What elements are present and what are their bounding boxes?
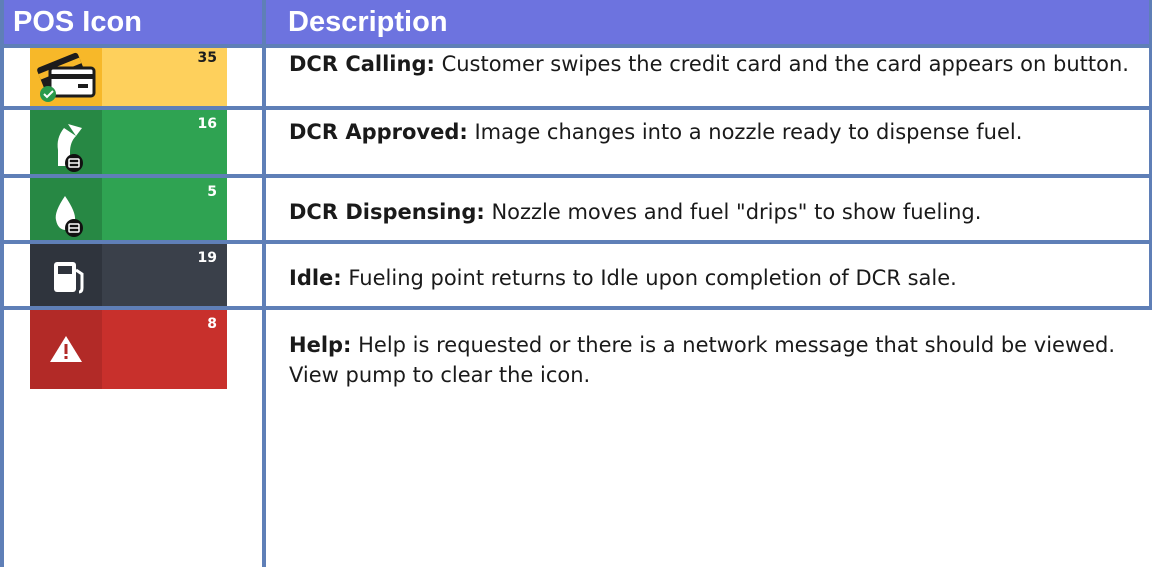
help-icon-tile: 8 [30, 310, 227, 389]
table-row: 16 DCR Approved: Image changes into a no… [0, 110, 1152, 176]
table-row: 35 DCR Calling: Customer swipes the cred… [0, 44, 1152, 108]
row-text: Help is requested or there is a network … [289, 333, 1116, 387]
table-border-left [0, 0, 4, 567]
count-badge: 8 [207, 316, 217, 332]
row-term: Help: [289, 333, 352, 357]
dcr-approved-icon-tile: 16 [30, 110, 227, 176]
count-badge: 19 [197, 250, 217, 266]
row-divider [0, 174, 1152, 178]
idle-icon-tile: 19 [30, 244, 227, 310]
table-row: 8 Help: Help is requested or there is a … [0, 310, 1152, 567]
row-divider [0, 240, 1152, 244]
row-description: Idle: Fueling point returns to Idle upon… [289, 263, 1139, 293]
row-term: DCR Calling: [289, 52, 435, 76]
table-border-middle [262, 0, 266, 567]
dcr-dispensing-icon-tile: 5 [30, 178, 227, 242]
row-text: Customer swipes the credit card and the … [434, 52, 1129, 76]
warning-icon [30, 310, 227, 389]
pos-icon-table: POS Icon Description 35 DCR Calling: Cus… [0, 0, 1152, 567]
row-term: DCR Approved: [289, 120, 468, 144]
row-divider [0, 306, 1152, 310]
row-term: DCR Dispensing: [289, 200, 485, 224]
row-text: Image changes into a nozzle ready to dis… [467, 120, 1023, 144]
count-badge: 35 [197, 50, 217, 66]
header-description: Description [288, 6, 448, 38]
table-row: 19 Idle: Fueling point returns to Idle u… [0, 244, 1152, 310]
row-text: Fueling point returns to Idle upon compl… [341, 266, 957, 290]
row-description: DCR Calling: Customer swipes the credit … [289, 49, 1139, 79]
row-description: DCR Dispensing: Nozzle moves and fuel "d… [289, 197, 1139, 227]
row-divider [0, 106, 1152, 110]
fuel-drip-icon [30, 178, 227, 242]
table-row: 5 DCR Dispensing: Nozzle moves and fuel … [0, 178, 1152, 242]
row-term: Idle: [289, 266, 342, 290]
count-badge: 16 [197, 116, 217, 132]
row-description: Help: Help is requested or there is a ne… [289, 330, 1139, 390]
row-divider [0, 44, 1152, 48]
count-badge: 5 [207, 184, 217, 200]
table-header: POS Icon Description [0, 0, 1152, 44]
header-pos-icon: POS Icon [13, 6, 142, 38]
row-text: Nozzle moves and fuel "drips" to show fu… [484, 200, 982, 224]
dcr-calling-icon-tile: 35 [30, 44, 227, 108]
row-description: DCR Approved: Image changes into a nozzl… [289, 117, 1139, 147]
